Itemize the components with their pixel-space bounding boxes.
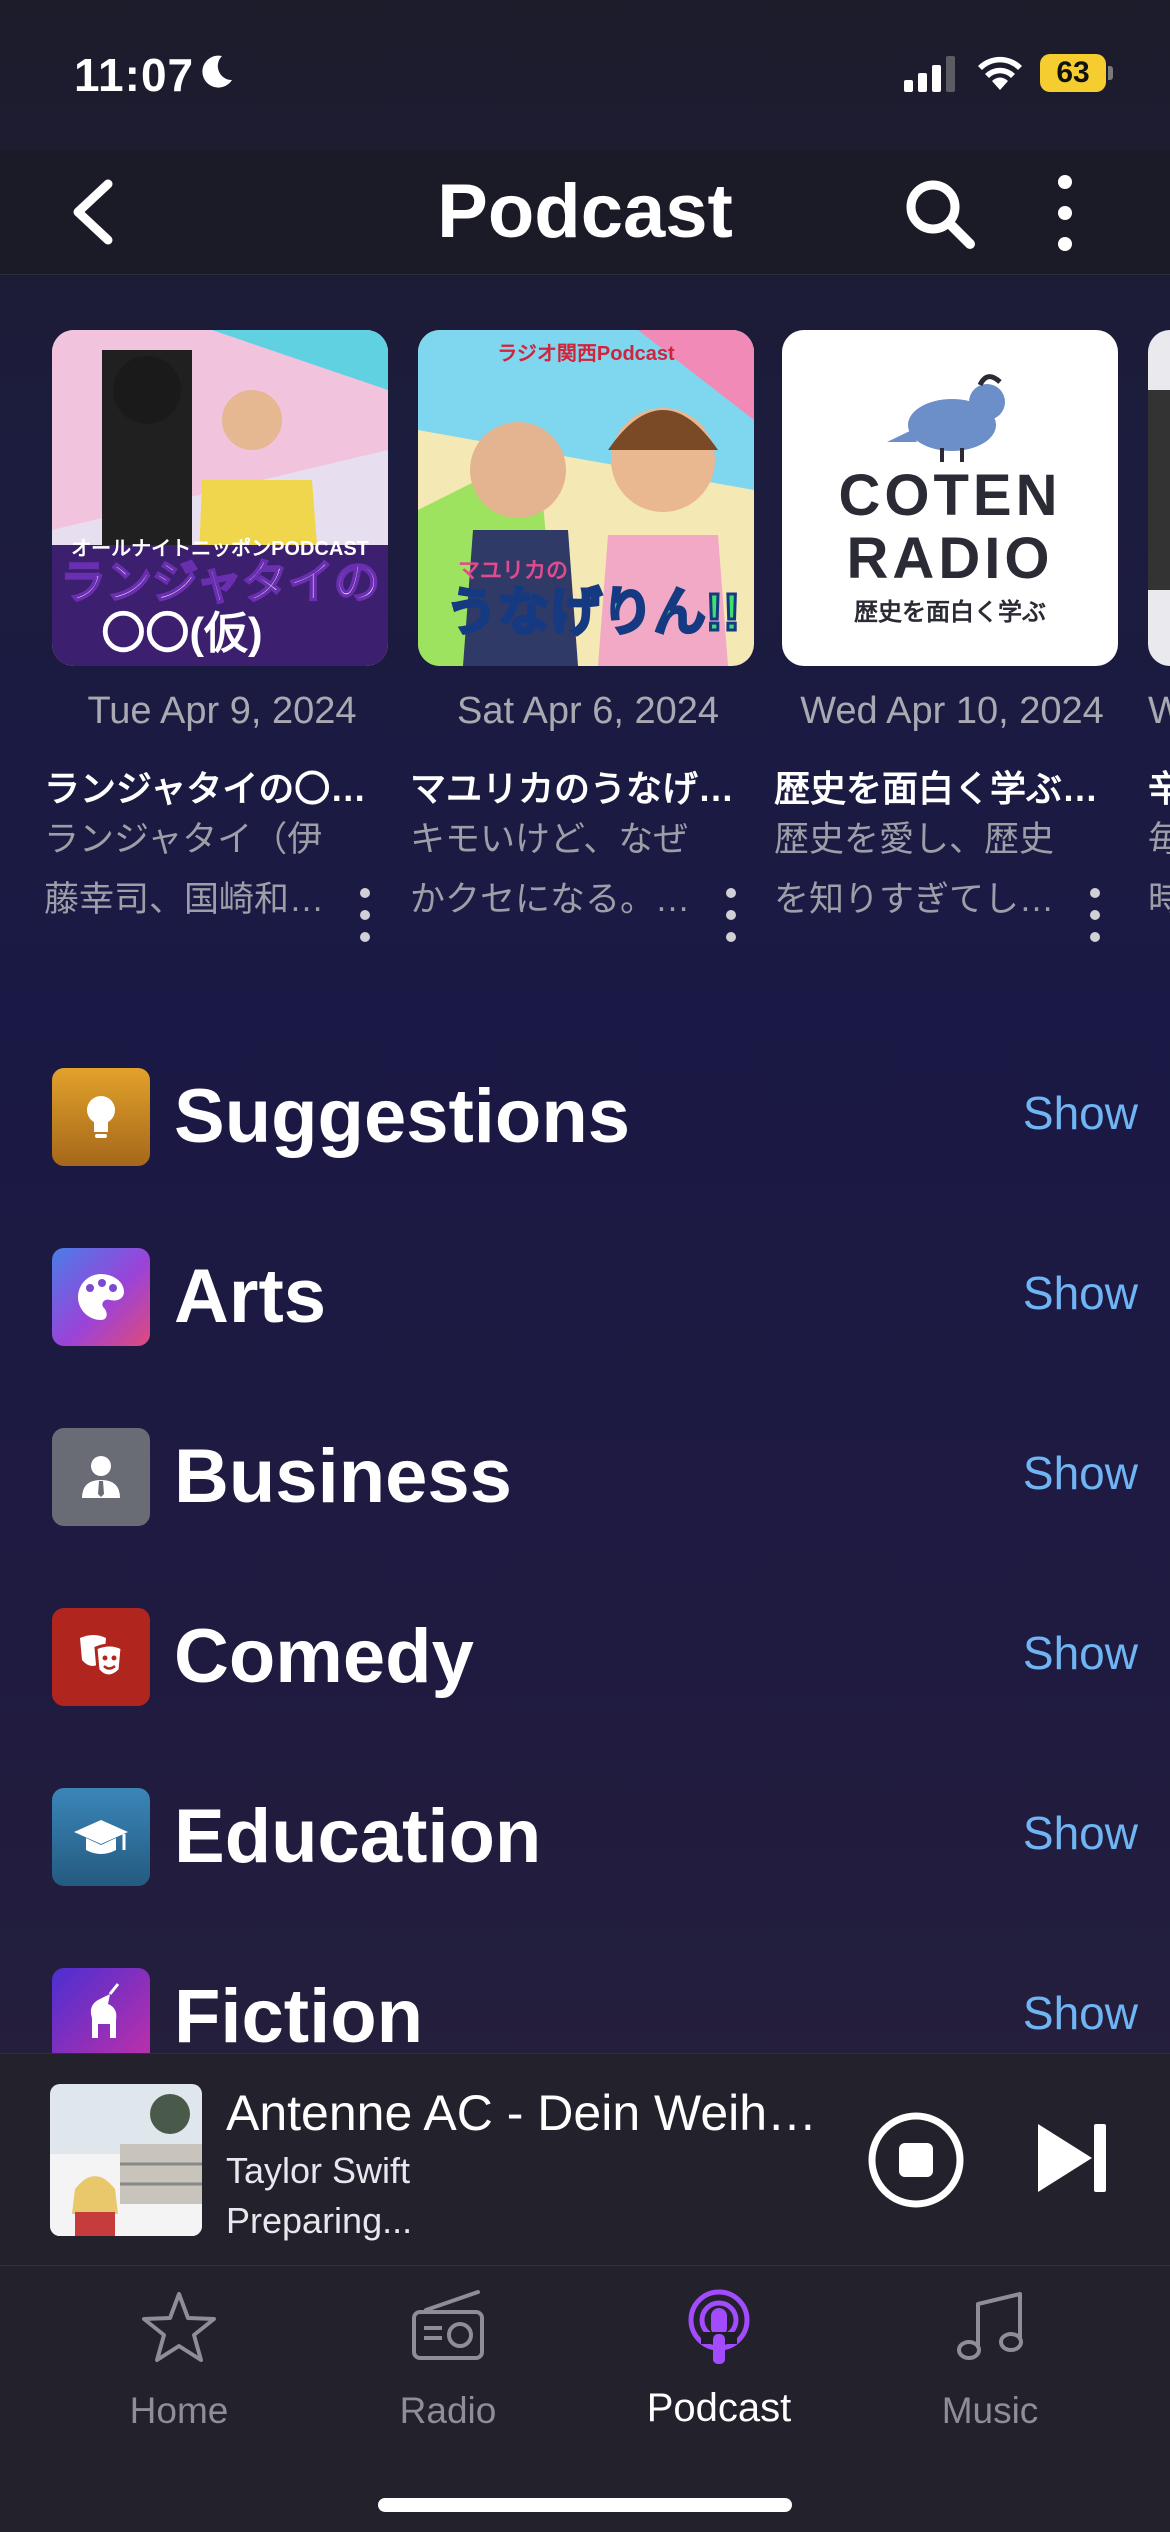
category-row-fiction[interactable]: Fiction Show <box>0 1958 1170 2053</box>
episode-card[interactable]: オールナイトニッポンPODCAST ランジャタイの 〇〇(仮) Tue Apr … <box>44 330 397 950</box>
more-vertical-icon[interactable] <box>1050 172 1080 254</box>
battery-icon: 63 <box>1040 54 1113 92</box>
wifi-icon <box>978 56 1022 90</box>
music-note-icon <box>957 2292 1023 2360</box>
episode-date: Tue Apr 9, 2024 <box>87 690 357 732</box>
cellular-signal-icon <box>904 56 955 92</box>
unicorn-icon <box>52 1968 150 2053</box>
show-button[interactable]: Show <box>1023 1446 1138 1500</box>
episode-description: ランジャタイ（伊藤幸司、国崎和… <box>44 820 325 919</box>
episode-artwork[interactable]: オールナイトニッポンPODCAST ランジャタイの 〇〇(仮) <box>52 330 388 666</box>
art-text-main: うなげりん!! <box>446 584 741 642</box>
category-row-business[interactable]: Business Show <box>0 1418 1170 1538</box>
episode-date: Sat Apr 6, 2024 <box>457 690 719 732</box>
art-text-small: マユリカの <box>458 558 568 583</box>
now-playing-status: Preparing... <box>226 2200 413 2241</box>
episode-card[interactable]: ラジオ関西Podcast マユリカの うなげりん!! Sat Apr 6, 20… <box>410 330 763 950</box>
theater-masks-icon <box>52 1608 150 1706</box>
podcast-icon <box>688 2289 750 2364</box>
lightbulb-icon <box>52 1068 150 1166</box>
episode-artwork[interactable]: COTEN RADIO 歴史を面白く学ぶ <box>782 330 1118 666</box>
now-playing-title: Antenne AC - Dein Weih… <box>226 2085 818 2141</box>
category-label: Fiction <box>174 1974 424 2053</box>
tab-home[interactable]: Home <box>64 2288 294 2438</box>
stop-button-icon[interactable] <box>866 2110 966 2210</box>
now-playing-artist: Taylor Swift <box>226 2150 411 2191</box>
radio-icon <box>412 2290 484 2360</box>
episode-artwork[interactable] <box>1148 330 1170 666</box>
episode-description: 歴史を愛し、歴史を知りすぎてし… <box>774 820 1055 919</box>
tab-label: Podcast <box>646 2386 792 2430</box>
battery-level: 63 <box>1040 54 1106 92</box>
tab-music[interactable]: Music <box>875 2288 1105 2438</box>
episode-date: Wed Apr 10, 2024 <box>800 690 1104 732</box>
more-vertical-icon[interactable] <box>723 885 739 945</box>
episode-carousel[interactable]: オールナイトニッポンPODCAST ランジャタイの 〇〇(仮) Tue Apr … <box>0 330 1170 950</box>
show-button[interactable]: Show <box>1023 1086 1138 1140</box>
status-bar: 11:07 63 <box>0 0 1170 150</box>
tab-label: Music <box>941 2390 1039 2431</box>
category-label: Suggestions <box>174 1074 631 1159</box>
tab-label: Radio <box>399 2390 497 2431</box>
category-row-arts[interactable]: Arts Show <box>0 1238 1170 1358</box>
skip-next-icon[interactable] <box>1034 2120 1110 2196</box>
star-icon <box>142 2292 216 2362</box>
art-line1: COTEN <box>839 463 1062 528</box>
episode-title: ランジャタイの〇… <box>44 768 367 809</box>
episode-title: 歴史を面白く学ぶ… <box>774 768 1099 809</box>
search-icon[interactable] <box>900 174 980 254</box>
category-row-comedy[interactable]: Comedy Show <box>0 1598 1170 1718</box>
tab-radio[interactable]: Radio <box>333 2288 563 2438</box>
episode-artwork[interactable]: ラジオ関西Podcast マユリカの うなげりん!! <box>418 330 754 666</box>
more-vertical-icon[interactable] <box>357 885 373 945</box>
page-title: Podcast <box>437 169 733 254</box>
episode-description: キモいけど、なぜかクセになる。… <box>410 820 691 919</box>
episode-description: 毎時 <box>1148 820 1170 919</box>
art-text-sub: 〇〇(仮) <box>101 609 262 658</box>
palette-icon <box>52 1248 150 1346</box>
category-label: Comedy <box>174 1614 474 1699</box>
episode-date: W <box>1148 690 1170 732</box>
tab-bar: Home Radio Podcast Music <box>0 2265 1170 2532</box>
episode-card[interactable]: W 辛 毎時 <box>1148 330 1170 950</box>
art-text-top: ラジオ関西Podcast <box>497 342 675 365</box>
status-time: 11:07 <box>74 49 195 101</box>
category-row-education[interactable]: Education Show <box>0 1778 1170 1898</box>
now-playing-artwork[interactable] <box>50 2084 202 2236</box>
tab-label: Home <box>129 2390 229 2431</box>
episode-title: 辛 <box>1148 760 1170 812</box>
home-indicator[interactable] <box>378 2498 792 2512</box>
show-button[interactable]: Show <box>1023 1986 1138 2040</box>
show-button[interactable]: Show <box>1023 1626 1138 1680</box>
episode-title: マユリカのうなげ… <box>410 768 735 809</box>
mini-player[interactable]: Antenne AC - Dein Weih… Taylor Swift Pre… <box>0 2053 1170 2265</box>
art-line3: 歴史を面白く学ぶ <box>854 598 1046 626</box>
art-text-main: ランジャタイの <box>60 556 380 608</box>
category-label: Arts <box>174 1254 327 1339</box>
graduation-cap-icon <box>52 1788 150 1886</box>
person-tie-icon <box>52 1428 150 1526</box>
navigation-bar: Podcast <box>0 150 1170 275</box>
show-button[interactable]: Show <box>1023 1806 1138 1860</box>
art-line2: RADIO <box>847 526 1054 591</box>
category-label: Education <box>174 1794 542 1879</box>
tab-podcast[interactable]: Podcast <box>604 2288 834 2438</box>
episode-card[interactable]: COTEN RADIO 歴史を面白く学ぶ Wed Apr 10, 2024 歴史… <box>774 330 1127 950</box>
show-button[interactable]: Show <box>1023 1266 1138 1320</box>
more-vertical-icon[interactable] <box>1087 885 1103 945</box>
category-row-suggestions[interactable]: Suggestions Show <box>0 1058 1170 1178</box>
category-label: Business <box>174 1434 512 1519</box>
moon-icon <box>202 55 232 88</box>
